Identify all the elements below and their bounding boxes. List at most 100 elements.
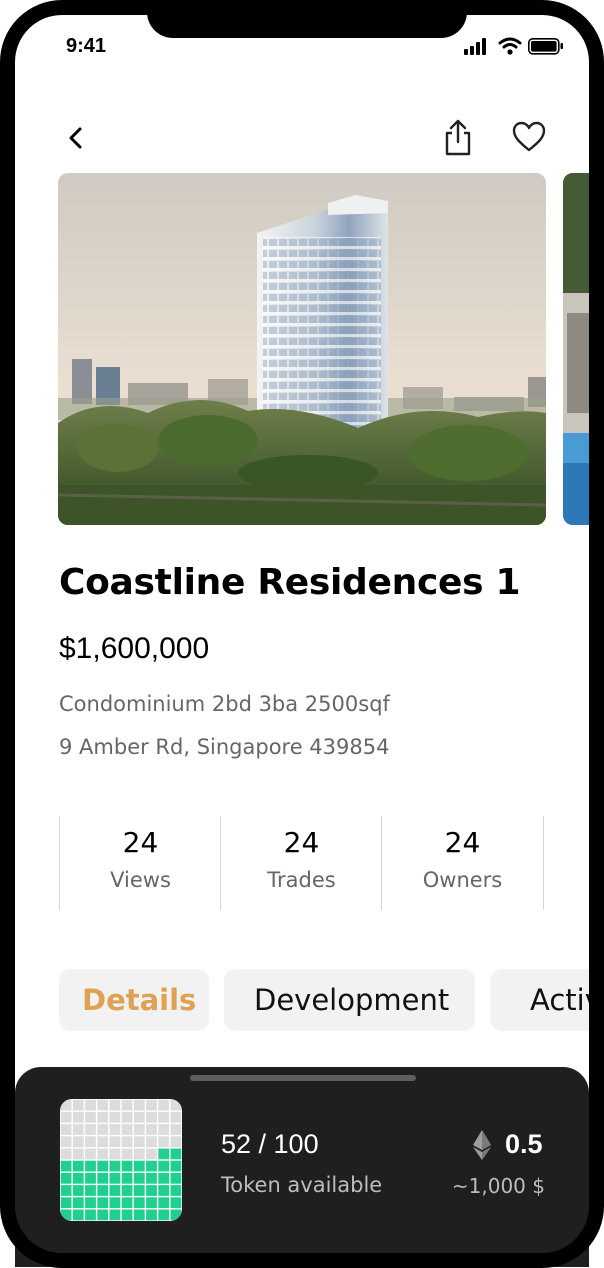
token-cell-filled [121, 1185, 133, 1196]
token-cell-filled [97, 1172, 109, 1184]
property-photo-image [58, 173, 546, 525]
stat-value: 24 [444, 826, 481, 859]
token-cell-filled [109, 1185, 121, 1196]
token-cell-empty [72, 1099, 84, 1111]
token-grid [60, 1099, 182, 1221]
token-cell-empty [121, 1099, 133, 1111]
ethereum-icon [473, 1130, 491, 1160]
token-cell-filled [170, 1160, 182, 1172]
token-cell-empty [72, 1148, 84, 1160]
token-cell-filled [109, 1172, 121, 1184]
token-cell-empty [121, 1148, 133, 1160]
token-cell-filled [72, 1160, 84, 1172]
token-cell-filled [146, 1197, 157, 1209]
token-cell-filled [72, 1197, 84, 1209]
token-sheet[interactable]: 52 / 100 Token available 0.5 ~1,000 $ [15, 1067, 589, 1267]
token-cell-filled [97, 1197, 109, 1209]
eth-value: 0.5 [505, 1129, 543, 1159]
token-cell-filled [133, 1209, 145, 1221]
token-cell-empty [85, 1148, 96, 1160]
property-address: 9 Amber Rd, Singapore 439854 [59, 735, 390, 759]
stat-label: Views [110, 868, 171, 892]
property-photo[interactable] [58, 173, 546, 525]
heart-icon[interactable] [511, 120, 547, 154]
token-cell-filled [133, 1185, 145, 1196]
status-time: 9:41 [66, 35, 107, 57]
token-cell-filled [146, 1185, 157, 1196]
token-cell-filled [72, 1209, 84, 1221]
property-photo-next-image [563, 173, 604, 525]
token-cell-filled [97, 1160, 109, 1172]
token-cell-empty [121, 1111, 133, 1123]
stat-label: Trades [267, 868, 336, 892]
token-cell-empty [97, 1111, 109, 1123]
token-cell-empty [109, 1111, 121, 1123]
token-cell-filled [133, 1160, 145, 1172]
stat-views: 24 Views [59, 816, 221, 910]
token-cell-filled [158, 1160, 170, 1172]
token-cell-empty [60, 1124, 72, 1135]
usd-value: ~1,000 $ [451, 1174, 545, 1198]
token-cell-filled [72, 1185, 84, 1196]
chevron-left-icon[interactable] [62, 122, 90, 154]
token-cell-filled [158, 1197, 170, 1209]
wifi-icon [498, 37, 522, 55]
token-cell-filled [133, 1172, 145, 1184]
token-cell-empty [85, 1136, 96, 1148]
token-cell-filled [109, 1209, 121, 1221]
token-cell-empty [121, 1124, 133, 1135]
sheet-handle[interactable] [190, 1075, 416, 1081]
token-cell-empty [146, 1148, 157, 1160]
token-subtitle: Token available [221, 1173, 383, 1197]
token-cell-filled [158, 1172, 170, 1184]
token-cell-filled [146, 1172, 157, 1184]
token-cell-filled [97, 1209, 109, 1221]
token-cell-empty [158, 1136, 170, 1148]
token-cell-filled [158, 1185, 170, 1196]
token-cell-empty [170, 1136, 182, 1148]
notch [147, 0, 467, 38]
property-price: $1,600,000 [59, 632, 210, 665]
token-cell-empty [85, 1111, 96, 1123]
token-cell-empty [85, 1099, 96, 1111]
token-cell-filled [60, 1197, 72, 1209]
tab-activity[interactable]: Activity [490, 969, 604, 1031]
token-cell-empty [121, 1136, 133, 1148]
stat-owners: 24 Owners [381, 816, 544, 910]
token-cell-empty [158, 1111, 170, 1123]
property-details: Condominium 2bd 3ba 2500sqf [59, 692, 390, 716]
tab-development[interactable]: Development [224, 969, 475, 1031]
token-cell-empty [146, 1099, 157, 1111]
token-cell-filled [85, 1185, 96, 1196]
token-cell-filled [85, 1160, 96, 1172]
property-title: Coastline Residences 1 [59, 562, 521, 603]
token-cell-empty [158, 1099, 170, 1111]
token-cell-empty [170, 1124, 182, 1135]
token-cell-empty [109, 1136, 121, 1148]
token-cell-empty [97, 1136, 109, 1148]
status-icons [464, 37, 563, 55]
token-cell-filled [133, 1197, 145, 1209]
phone-device: 9:41 Coastline Residences 1 $1,600,000 C… [0, 0, 604, 1268]
token-cell-filled [97, 1185, 109, 1196]
token-cell-filled [170, 1185, 182, 1196]
token-cell-filled [121, 1160, 133, 1172]
token-cell-empty [109, 1099, 121, 1111]
token-cell-empty [146, 1111, 157, 1123]
token-cell-empty [158, 1124, 170, 1135]
property-photo-next[interactable] [563, 173, 604, 525]
token-cell-filled [158, 1148, 170, 1160]
token-cell-filled [170, 1209, 182, 1221]
token-cell-filled [121, 1197, 133, 1209]
token-cell-empty [133, 1124, 145, 1135]
tab-details[interactable]: Details [59, 969, 209, 1031]
token-cell-filled [60, 1209, 72, 1221]
token-cell-filled [60, 1172, 72, 1184]
token-cell-empty [60, 1136, 72, 1148]
token-cell-empty [133, 1136, 145, 1148]
token-cell-empty [72, 1124, 84, 1135]
token-cell-empty [170, 1099, 182, 1111]
token-count: 52 / 100 [221, 1129, 319, 1159]
token-cell-empty [97, 1099, 109, 1111]
share-icon[interactable] [442, 118, 474, 158]
